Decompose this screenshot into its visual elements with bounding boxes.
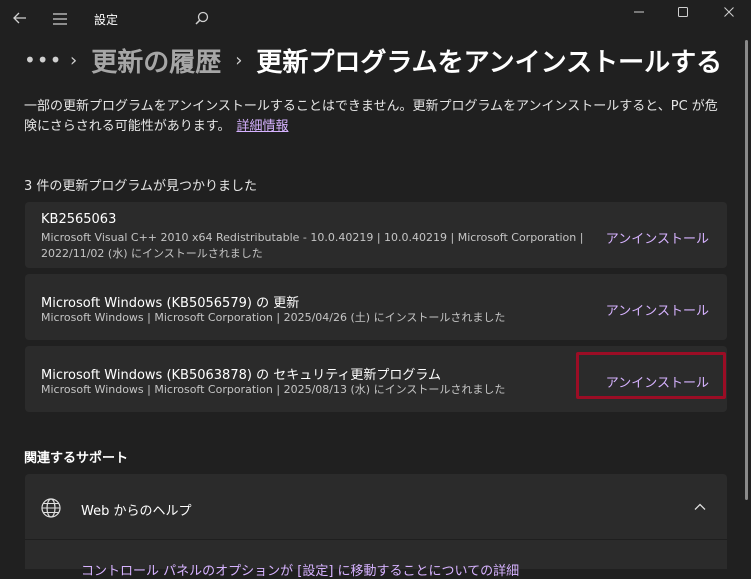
- update-meta: Microsoft Windows | Microsoft Corporatio…: [41, 383, 506, 396]
- description-text: 一部の更新プログラムをアンインストールすることはできません。更新プログラムをアン…: [24, 99, 718, 134]
- globe-icon: [41, 498, 61, 518]
- close-button[interactable]: [706, 2, 751, 22]
- chevron-up-icon[interactable]: [693, 500, 707, 514]
- title-bar: 設定: [0, 0, 751, 36]
- support-panel: Web からのヘルプ コントロール パネルのオプションが [設定] に移動するこ…: [25, 474, 727, 579]
- breadcrumb-separator-icon: ›: [70, 49, 78, 71]
- update-title: Microsoft Windows (KB5056579) の 更新: [41, 296, 300, 311]
- update-title: KB2565063: [41, 212, 117, 227]
- web-help-header[interactable]: Web からのヘルプ: [25, 474, 727, 540]
- update-count-label: 3 件の更新プログラムが見つかりました: [24, 179, 258, 194]
- hamburger-menu-icon[interactable]: [52, 12, 68, 26]
- breadcrumb-parent-link[interactable]: 更新の履歴: [91, 42, 221, 79]
- scrollbar[interactable]: [745, 40, 748, 500]
- web-help-title: Web からのヘルプ: [81, 504, 192, 519]
- search-icon[interactable]: [194, 10, 210, 26]
- uninstall-button[interactable]: アンインストール: [606, 300, 709, 319]
- page-description: 一部の更新プログラムをアンインストールすることはできません。更新プログラムをアン…: [24, 97, 730, 137]
- update-title: Microsoft Windows (KB5063878) の セキュリティ更新…: [41, 368, 442, 383]
- update-meta: Microsoft Visual C++ 2010 x64 Redistribu…: [41, 231, 584, 244]
- control-panel-help-link[interactable]: コントロール パネルのオプションが [設定] に移動することについての詳細: [81, 560, 519, 579]
- minimize-icon: [634, 11, 644, 13]
- maximize-icon: [678, 7, 688, 17]
- minimize-button[interactable]: [616, 2, 662, 22]
- learn-more-link[interactable]: 詳細情報: [236, 119, 288, 134]
- update-meta: 2022/11/02 (水) にインストールされました: [41, 247, 263, 260]
- related-support-heading: 関連するサポート: [24, 451, 129, 466]
- breadcrumb: ••• › 更新の履歴 › 更新プログラムをアンインストールする: [24, 40, 722, 80]
- update-item: Microsoft Windows (KB5056579) の 更新 Micro…: [25, 274, 727, 340]
- page-title: 更新プログラムをアンインストールする: [256, 47, 723, 78]
- update-item: KB2565063 Microsoft Visual C++ 2010 x64 …: [25, 202, 727, 268]
- close-icon: [724, 7, 734, 17]
- window-title: 設定: [94, 13, 119, 27]
- uninstall-button[interactable]: アンインストール: [606, 228, 709, 247]
- maximize-button[interactable]: [660, 2, 706, 22]
- back-arrow-icon[interactable]: [12, 10, 28, 26]
- update-meta: Microsoft Windows | Microsoft Corporatio…: [41, 311, 506, 324]
- uninstall-highlight-box: [576, 352, 726, 399]
- breadcrumb-more-button[interactable]: •••: [24, 48, 61, 72]
- breadcrumb-separator-icon: ›: [235, 49, 243, 71]
